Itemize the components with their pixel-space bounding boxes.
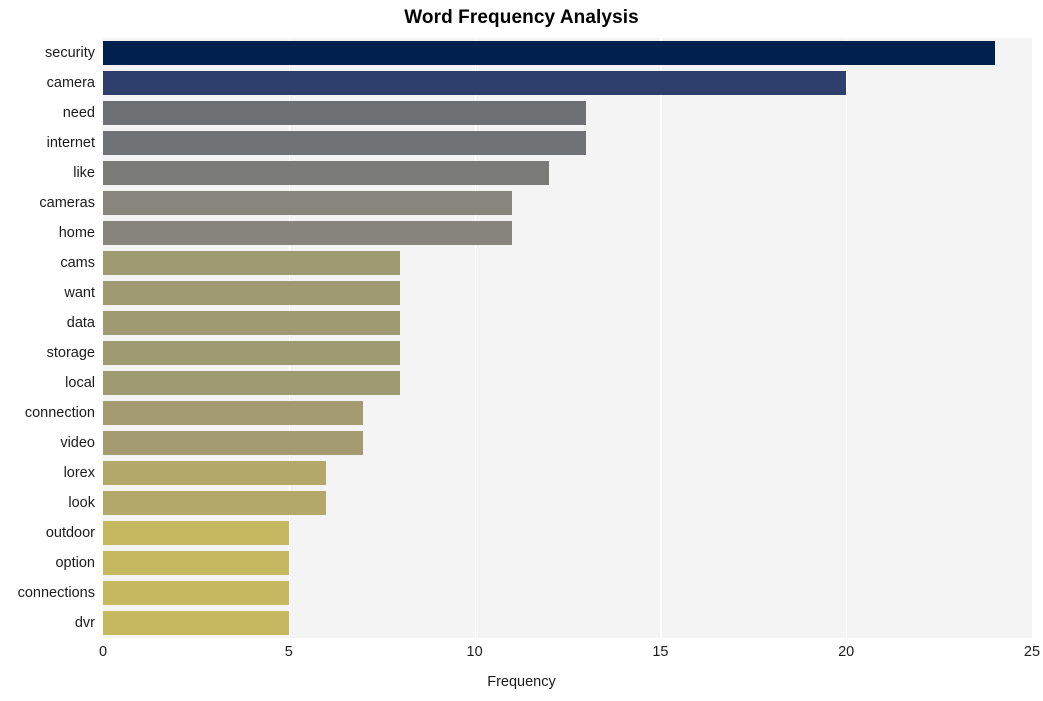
y-tick-label-internet: internet [46, 135, 95, 151]
y-tick-label-storage: storage [46, 345, 95, 361]
bar-cameras [103, 191, 512, 215]
chart-title: Word Frequency Analysis [404, 7, 639, 28]
y-tick-label-look: look [68, 495, 95, 511]
y-tick-label-connection: connection [24, 405, 95, 421]
y-tick-label-like: like [73, 165, 95, 181]
bar-row [103, 491, 1032, 515]
bar-row [103, 461, 1032, 485]
bar-option [103, 551, 289, 575]
bar-dvr [103, 611, 289, 635]
y-tick-label-camera: camera [46, 75, 95, 91]
bar-storage [103, 341, 401, 365]
bar-internet [103, 131, 587, 155]
bar-row [103, 341, 1032, 365]
gridline-vertical [660, 38, 662, 638]
bar-row [103, 311, 1032, 335]
y-tick-label-video: video [60, 435, 95, 451]
y-tick-label-dvr: dvr [74, 615, 95, 631]
bar-security [103, 41, 995, 65]
bar-row [103, 131, 1032, 155]
bar-camera [103, 71, 847, 95]
bar-row [103, 431, 1032, 455]
bar-lorex [103, 461, 326, 485]
gridline-vertical [1032, 38, 1034, 638]
bar-home [103, 221, 512, 245]
y-tick-label-data: data [66, 315, 95, 331]
y-tick-label-cameras: cameras [39, 195, 95, 211]
x-tick-label-0: 0 [98, 644, 108, 660]
bar-row [103, 581, 1032, 605]
bar-outdoor [103, 521, 289, 545]
bar-row [103, 521, 1032, 545]
bar-look [103, 491, 326, 515]
chart-figure: Word Frequency Analysis security camera ne… [0, 0, 1043, 701]
bar-row [103, 221, 1032, 245]
x-tick-label-10: 10 [466, 644, 483, 660]
bar-row [103, 401, 1032, 425]
bar-cams [103, 251, 401, 275]
x-axis-tick-labels: 0 5 10 15 20 25 [0, 645, 1043, 667]
bar-row [103, 41, 1032, 65]
bar-video [103, 431, 364, 455]
gridline-vertical [846, 38, 848, 638]
bar-row [103, 611, 1032, 635]
bar-connections [103, 581, 289, 605]
y-tick-label-connections: connections [17, 585, 95, 601]
bar-row [103, 371, 1032, 395]
gridline-vertical [288, 38, 290, 638]
bar-row [103, 251, 1032, 275]
bar-like [103, 161, 549, 185]
y-tick-label-security: security [45, 45, 95, 61]
y-tick-label-want: want [64, 285, 95, 301]
x-tick-label-5: 5 [284, 644, 293, 660]
x-tick-label-15: 15 [652, 644, 669, 660]
gridline-vertical [474, 38, 476, 638]
bar-data [103, 311, 401, 335]
bar-want [103, 281, 401, 305]
x-axis-title: Frequency [487, 674, 556, 690]
bar-row [103, 71, 1032, 95]
bar-need [103, 101, 587, 125]
y-tick-label-home: home [58, 225, 95, 241]
y-tick-label-lorex: lorex [63, 465, 95, 481]
bar-row [103, 281, 1032, 305]
bar-local [103, 371, 401, 395]
y-axis-tick-labels: security camera need internet like cameras hom… [0, 38, 95, 638]
bar-connection [103, 401, 364, 425]
y-tick-label-cams: cams [60, 255, 95, 271]
x-tick-label-25: 25 [1023, 644, 1041, 660]
y-tick-label-outdoor: outdoor [45, 525, 95, 541]
y-tick-label-local: local [65, 375, 95, 391]
plot-area [103, 38, 1034, 638]
bar-row [103, 191, 1032, 215]
x-tick-label-20: 20 [838, 644, 855, 660]
y-tick-label-option: option [55, 555, 95, 571]
bar-row [103, 101, 1032, 125]
y-tick-label-need: need [62, 105, 95, 121]
bar-row [103, 551, 1032, 575]
bar-row [103, 161, 1032, 185]
